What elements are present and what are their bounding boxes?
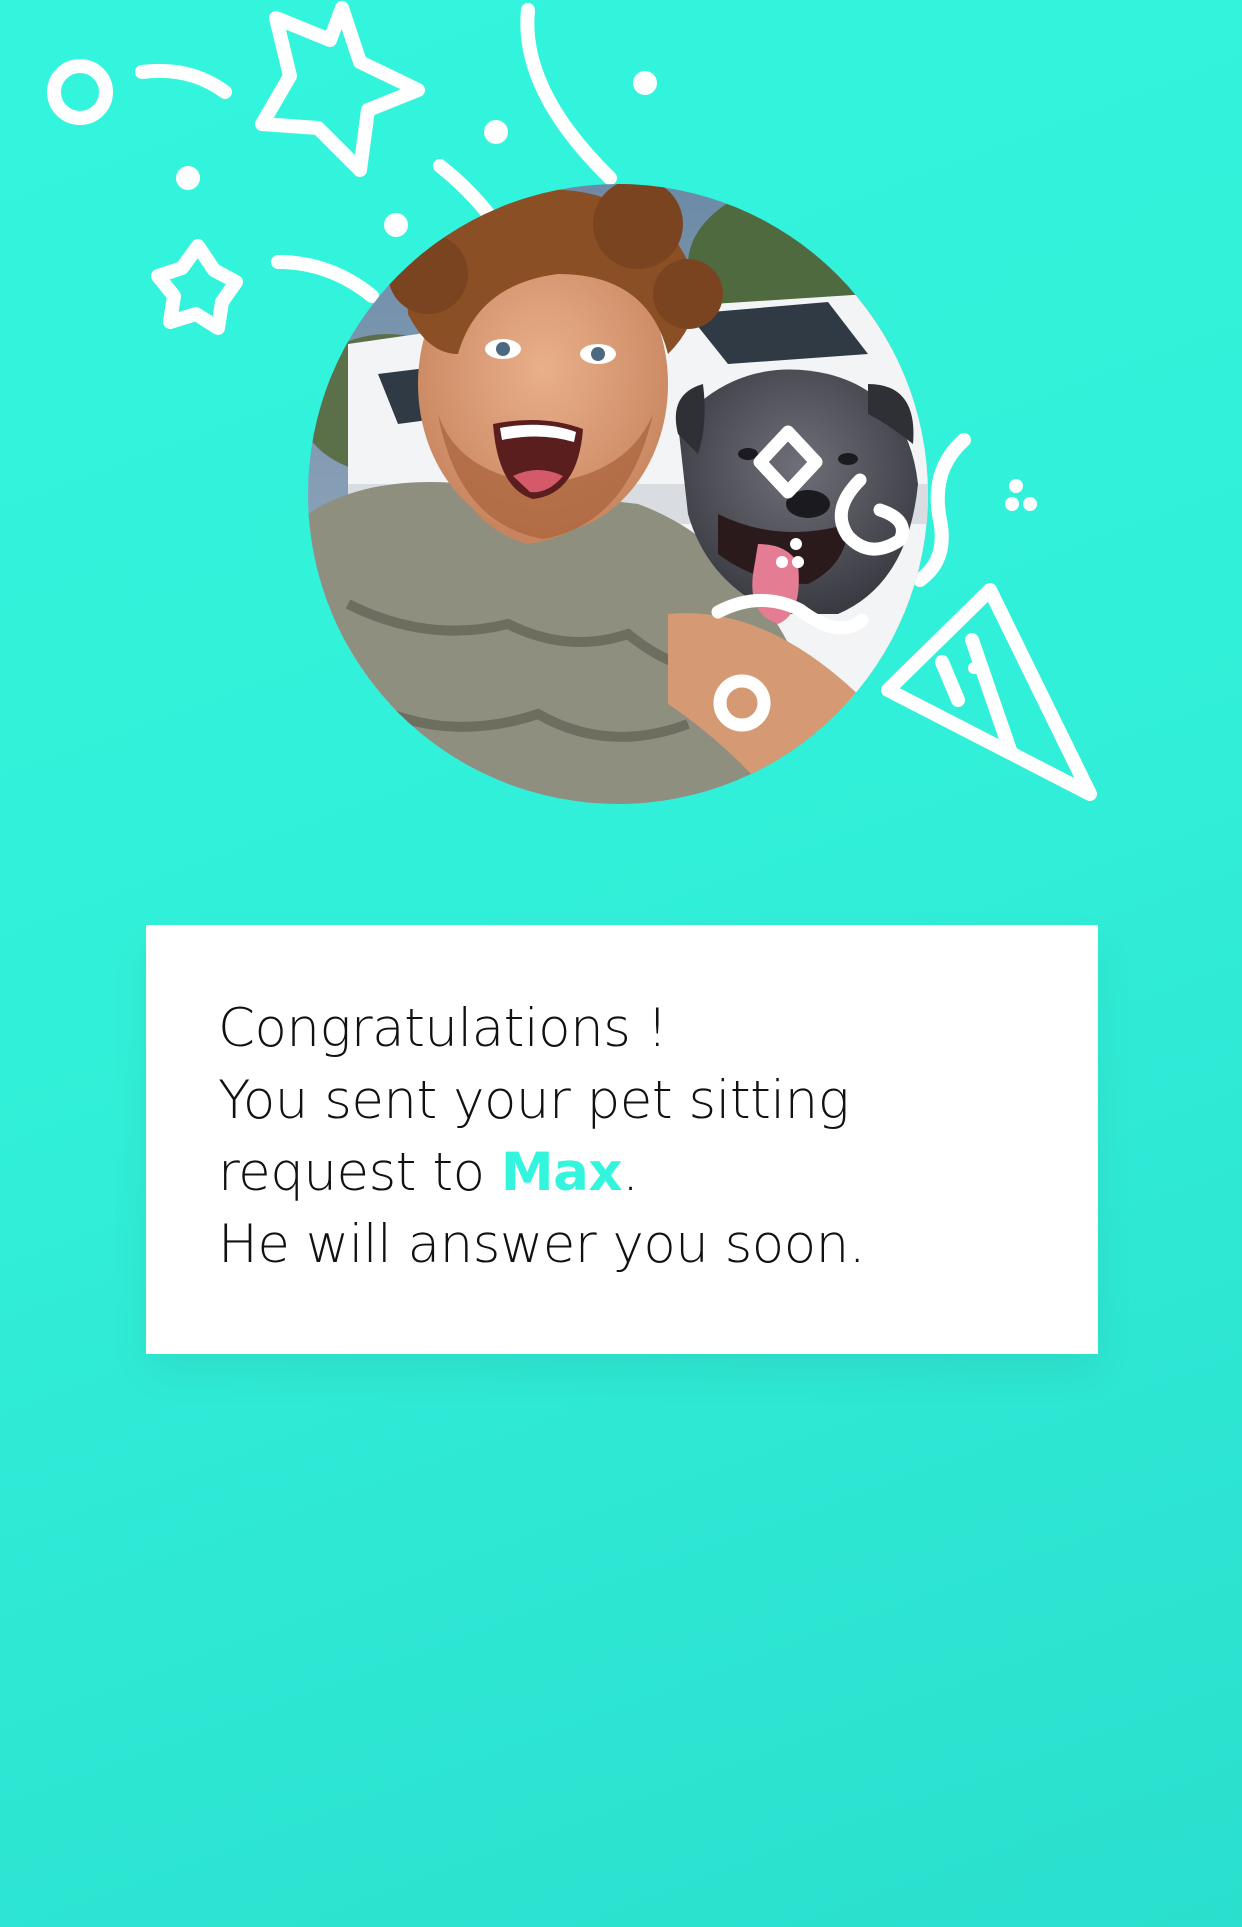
star-icon — [151, 239, 243, 335]
message-line-2: You sent your pet sitting — [218, 1070, 850, 1131]
message-line-3: request to Max. — [218, 1137, 1038, 1209]
message-line-4: He will answer you soon. — [218, 1214, 866, 1275]
confirmation-card: Congratulations ! You sent your pet sitt… — [146, 925, 1098, 1354]
message-line-3-prefix: request to — [218, 1142, 501, 1203]
star-icon — [255, 1, 425, 177]
streamer-icon — [271, 255, 379, 303]
message-line-3-suffix: . — [622, 1142, 639, 1203]
streamer-icon — [520, 3, 617, 185]
streamer-icon — [135, 63, 232, 99]
confetti-circle-icon — [47, 59, 113, 125]
sitter-name: Max — [500, 1142, 623, 1203]
sitter-avatar — [308, 184, 928, 804]
avatar-photo — [308, 184, 928, 804]
streamer-icon — [433, 159, 497, 223]
confirmation-message: Congratulations ! You sent your pet sitt… — [218, 993, 1038, 1281]
congratulations-heading: Congratulations ! — [218, 998, 668, 1059]
